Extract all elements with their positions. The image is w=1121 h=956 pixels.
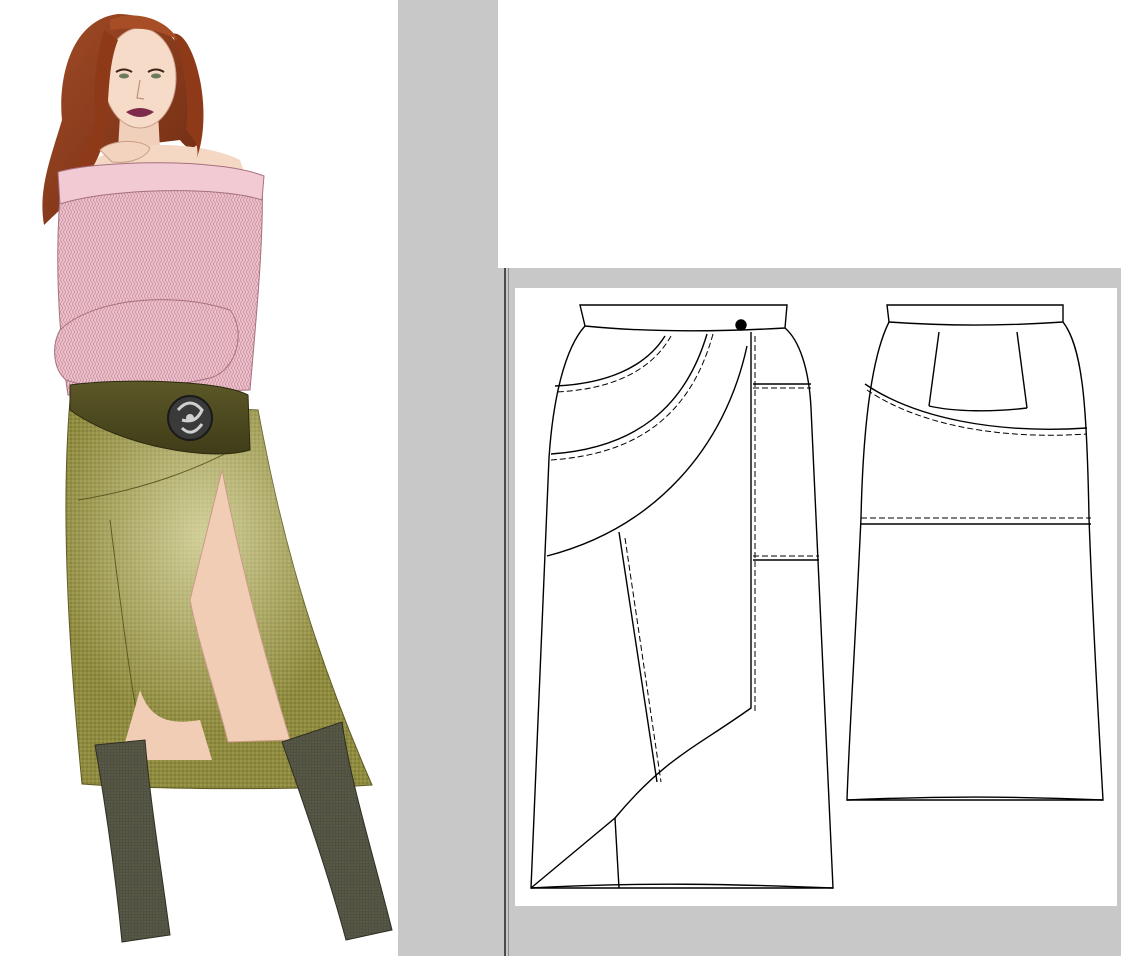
window-border-inner: [508, 268, 509, 956]
blank-area: [498, 0, 1121, 268]
background-gap: [398, 0, 498, 956]
skirt-front-sketch-icon: [530, 304, 834, 889]
skirt-back-sketch-icon: [846, 304, 1104, 801]
technical-sketch-window: [500, 268, 1121, 956]
technical-flat-sketches: [530, 304, 1104, 889]
fashion-illustration-panel: [0, 0, 398, 956]
fashion-figure-icon: [42, 14, 393, 943]
image-stage: [0, 0, 1121, 956]
sketch-canvas: [515, 288, 1117, 906]
window-border: [504, 268, 506, 956]
